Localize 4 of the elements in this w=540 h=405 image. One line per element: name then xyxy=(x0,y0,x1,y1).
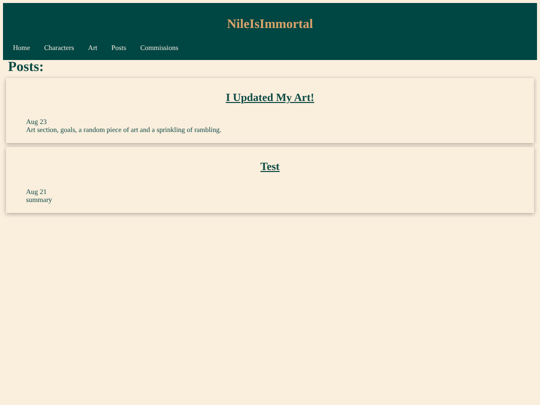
page-heading: Posts: xyxy=(8,60,44,74)
post-title-link[interactable]: I Updated My Art! xyxy=(226,90,314,106)
site-title: NileIsImmortal xyxy=(227,16,313,31)
post-title-link[interactable]: Test xyxy=(260,159,280,176)
